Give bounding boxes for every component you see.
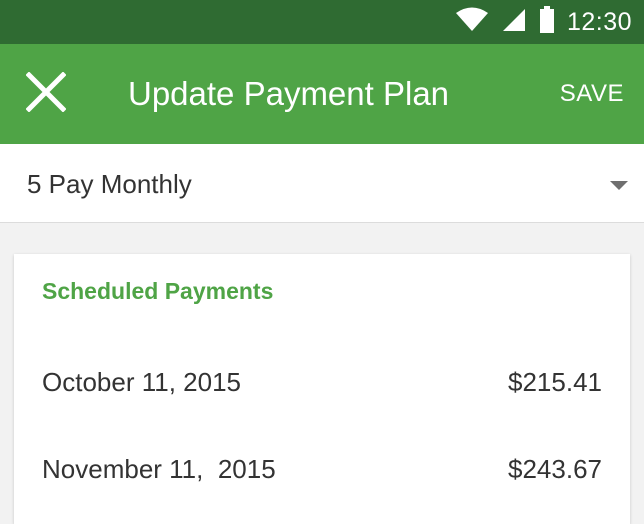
close-icon xyxy=(25,70,67,117)
page-title: Update Payment Plan xyxy=(128,75,450,112)
payment-row: November 11, 2015 $243.67 xyxy=(42,449,602,489)
status-bar: 12:30 xyxy=(0,0,644,44)
wifi-icon xyxy=(455,7,489,38)
status-icons: 12:30 xyxy=(455,0,632,44)
payment-row: October 11, 2015 $215.41 xyxy=(42,362,602,402)
app-bar: Update Payment Plan SAVE xyxy=(0,44,644,144)
payment-amount: $243.67 xyxy=(508,453,602,484)
status-time: 12:30 xyxy=(566,7,632,36)
payment-plan-selected-value: 5 Pay Monthly xyxy=(27,169,192,199)
payment-amount: $215.41 xyxy=(508,366,602,397)
close-button[interactable] xyxy=(18,70,74,118)
cell-signal-icon xyxy=(501,7,527,38)
scheduled-payments-title: Scheduled Payments xyxy=(42,278,274,304)
scheduled-payments-card: Scheduled Payments October 11, 2015 $215… xyxy=(14,254,630,524)
battery-icon xyxy=(539,5,555,39)
payment-date: November 11, 2015 xyxy=(42,453,276,484)
save-button[interactable]: SAVE xyxy=(560,44,624,144)
payment-plan-select[interactable]: 5 Pay Monthly xyxy=(0,144,644,223)
payment-date: October 11, 2015 xyxy=(42,366,241,397)
dropdown-arrow-icon xyxy=(610,181,628,190)
